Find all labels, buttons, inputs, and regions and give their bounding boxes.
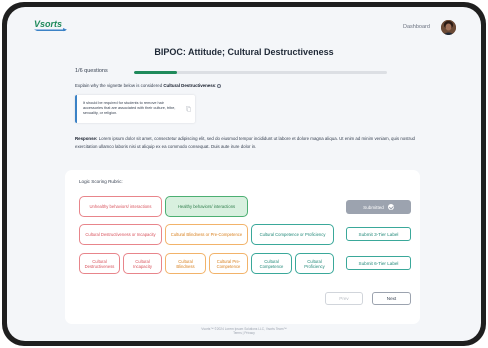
vignette-accent-bar bbox=[75, 95, 77, 123]
vignette-card: It should be required for students to re… bbox=[75, 95, 195, 123]
rubric-card: Logic Scoring Rubric: Unhealthy behavior… bbox=[65, 170, 420, 324]
submit-3-tier-button[interactable]: Submit 3-Tier Label bbox=[346, 227, 411, 241]
prompt-category: Cultural Destructiveness bbox=[163, 83, 216, 88]
device-frame: Vsorts Dashboard BIPOC: Attitude; Cultur… bbox=[2, 2, 486, 346]
footer-links[interactable]: Terms | Privacy bbox=[7, 331, 481, 335]
rubric-cultural-destructiveness[interactable]: Cultural Destructiveness bbox=[79, 253, 120, 274]
rubric-blindness-or-precompetence[interactable]: Cultural Blindness or Pre-Competence bbox=[165, 224, 248, 245]
rubric-destructiveness-or-incapacity[interactable]: Cultural Destructiveness or Incapacity bbox=[79, 224, 162, 245]
submitted-button[interactable]: Submitted bbox=[346, 200, 411, 214]
rubric-cultural-competence[interactable]: Cultural Competence bbox=[251, 253, 292, 274]
page-footer: Vsorts™ ©2024 Lorem Ipsum Solutions LLC,… bbox=[7, 327, 481, 335]
rubric-unhealthy-behaviors[interactable]: Unhealthy behaviors/ interactions bbox=[79, 196, 162, 217]
check-icon bbox=[387, 204, 394, 210]
question-prompt: Explain why the vignette below is consid… bbox=[75, 83, 222, 88]
submitted-label: Submitted bbox=[363, 204, 384, 210]
prev-button[interactable]: Prev bbox=[325, 292, 363, 305]
response-block: Response: Lorem ipsum dolor sit amet, co… bbox=[75, 135, 415, 151]
page-title: BIPOC: Attitude; Cultural Destructivenes… bbox=[154, 47, 334, 57]
prompt-text: Explain why the vignette below is consid… bbox=[75, 83, 164, 88]
question-counter: 1/6 questions bbox=[75, 68, 108, 74]
app-screen: Vsorts Dashboard BIPOC: Attitude; Cultur… bbox=[7, 7, 481, 341]
next-button[interactable]: Next bbox=[372, 292, 411, 305]
top-header: Vsorts Dashboard bbox=[7, 7, 481, 43]
rubric-cultural-incapacity[interactable]: Cultural Incapacity bbox=[123, 253, 162, 274]
dashboard-link[interactable]: Dashboard bbox=[403, 24, 430, 30]
info-icon[interactable] bbox=[217, 83, 222, 88]
submit-6-tier-button[interactable]: Submit 6-Tier Label bbox=[346, 256, 411, 270]
user-avatar[interactable] bbox=[441, 20, 456, 35]
vsorts-logo[interactable]: Vsorts bbox=[33, 18, 69, 32]
rubric-title: Logic Scoring Rubric: bbox=[79, 179, 123, 184]
rubric-cultural-proficiency[interactable]: Cultural Proficiency bbox=[295, 253, 334, 274]
progress-fill bbox=[134, 71, 177, 74]
response-label: Response: bbox=[75, 136, 98, 141]
rubric-cultural-precompetence[interactable]: Cultural Pre-Competence bbox=[209, 253, 248, 274]
vignette-text: It should be required for students to re… bbox=[83, 101, 176, 115]
response-text: Lorem ipsum dolor sit amet, consectetur … bbox=[75, 136, 415, 149]
rubric-competence-or-proficiency[interactable]: Cultural Competence or Proficiency bbox=[251, 224, 334, 245]
prompt-colon: : bbox=[215, 83, 217, 88]
rubric-healthy-behaviors[interactable]: Healthy behaviors/ interactions bbox=[165, 196, 248, 217]
progress-bar bbox=[134, 71, 387, 74]
rubric-cultural-blindness[interactable]: Cultural Blindness bbox=[165, 253, 206, 274]
copy-icon[interactable] bbox=[186, 106, 191, 112]
svg-text:Vsorts: Vsorts bbox=[34, 19, 62, 29]
